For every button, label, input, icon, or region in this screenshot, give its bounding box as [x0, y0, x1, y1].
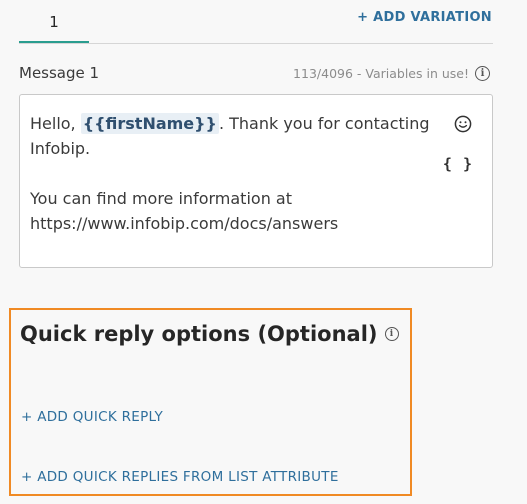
tab-label: 1: [49, 13, 59, 31]
character-counter-text: 113/4096 - Variables in use!: [293, 66, 469, 81]
add-variation-button[interactable]: + ADD VARIATION: [357, 10, 492, 25]
smiley-icon[interactable]: [454, 115, 472, 133]
message-line-2: You can find more information at https:/…: [30, 189, 339, 233]
tab-variation-1[interactable]: 1: [19, 0, 89, 44]
quick-reply-section: Quick reply options (Optional) i + ADD Q…: [9, 308, 412, 496]
quick-reply-title: Quick reply options (Optional): [20, 322, 378, 346]
message-text-start: Hello,: [30, 114, 81, 133]
info-icon[interactable]: i: [475, 66, 490, 81]
character-counter: 113/4096 - Variables in use! i: [293, 66, 490, 81]
braces-icon[interactable]: { }: [443, 155, 473, 173]
message-editor: 1 + ADD VARIATION Message 1 113/4096 - V…: [0, 0, 527, 504]
message-textarea[interactable]: Hello, {{firstName}}. Thank you for cont…: [19, 94, 493, 268]
add-quick-replies-from-list-button[interactable]: + ADD QUICK REPLIES FROM LIST ATTRIBUTE: [21, 469, 339, 485]
info-icon[interactable]: i: [384, 327, 399, 341]
message-line-1: Hello, {{firstName}}. Thank you for cont…: [30, 111, 440, 161]
message-label: Message 1: [19, 64, 100, 82]
variable-chip[interactable]: {{firstName}}: [80, 113, 219, 134]
message-content: Hello, {{firstName}}. Thank you for cont…: [30, 111, 440, 236]
add-quick-reply-button[interactable]: + ADD QUICK REPLY: [21, 409, 163, 425]
quick-reply-heading: Quick reply options (Optional) i: [20, 322, 399, 346]
tabs-divider: [19, 43, 493, 44]
